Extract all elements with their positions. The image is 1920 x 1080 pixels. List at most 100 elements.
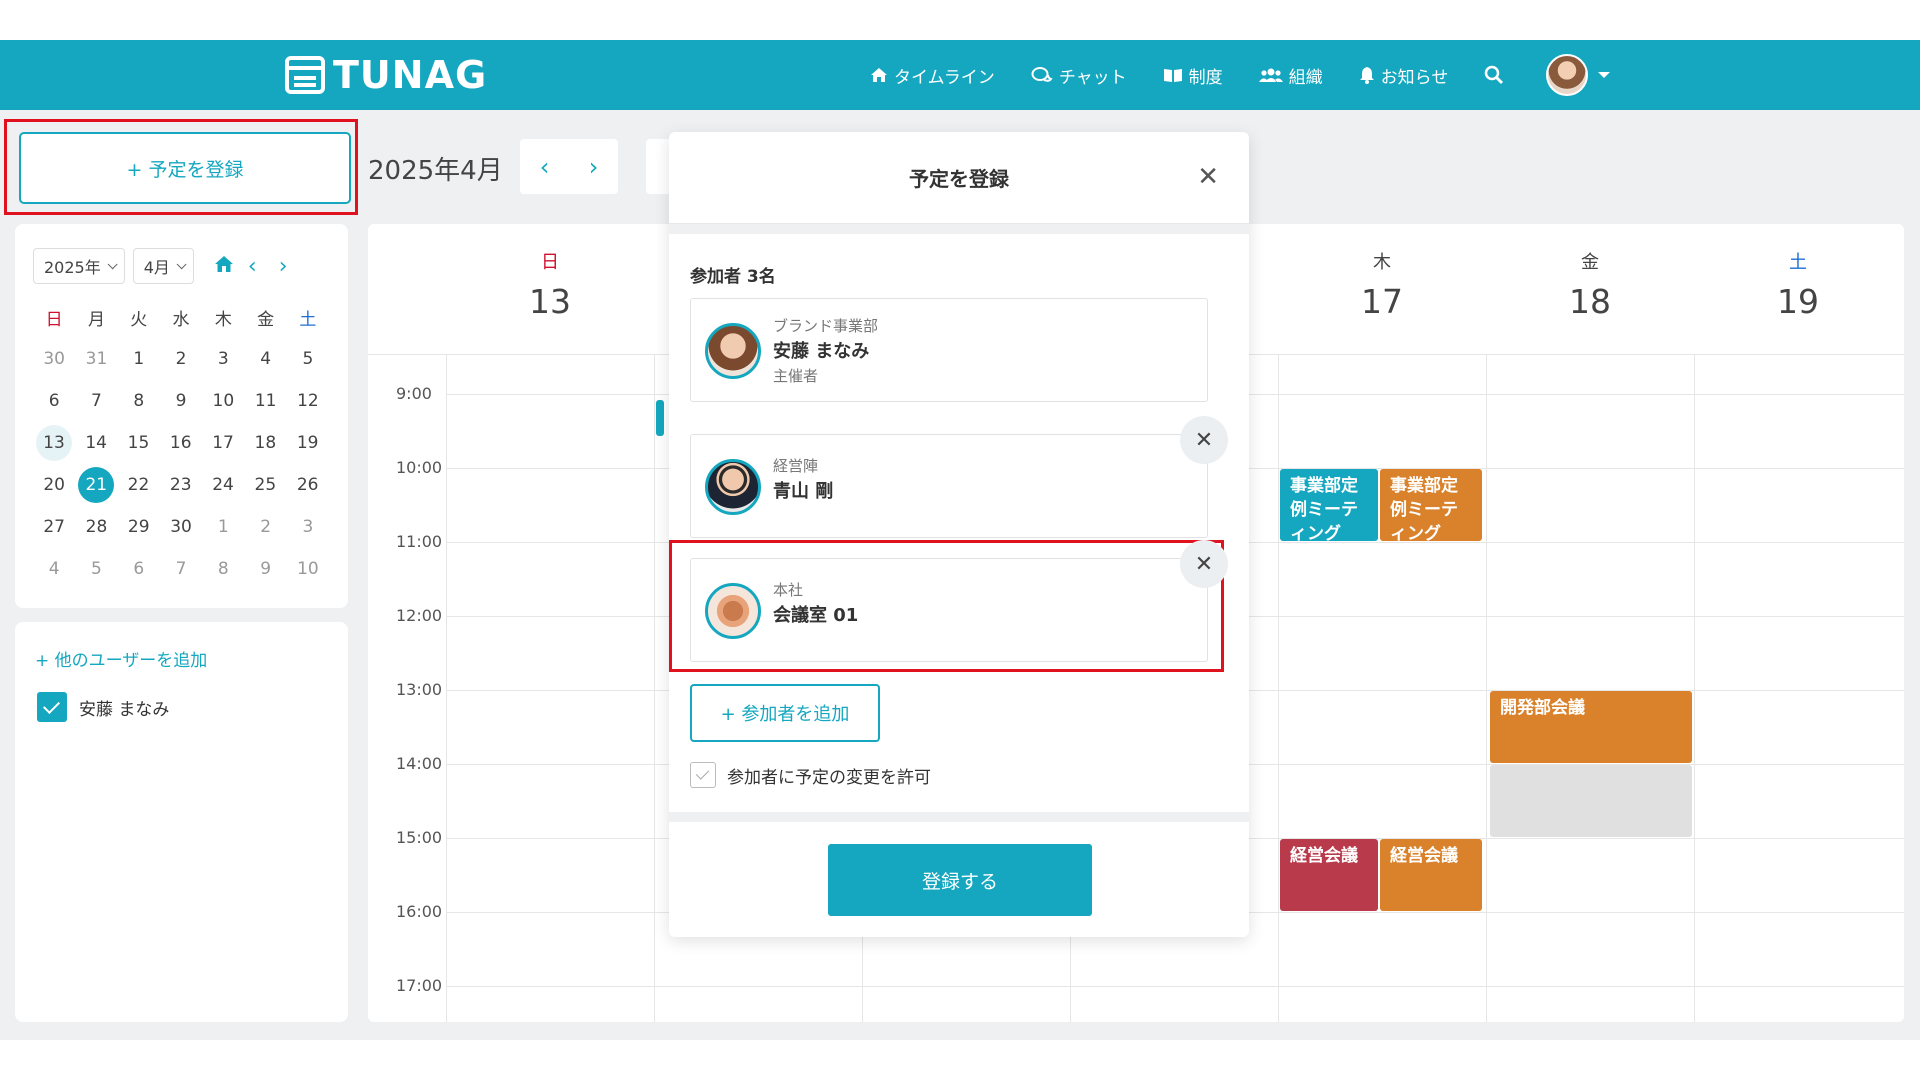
submit-button[interactable]: 登録する [828,844,1092,916]
weekday-label: 日 [45,309,63,330]
add-event-button[interactable]: + 予定を登録 [19,132,351,204]
mini-calendar-day[interactable]: 4 [33,551,75,587]
mini-calendar-week: 13 14 15 16 17 18 19 [33,422,333,464]
close-icon[interactable]: ✕ [1197,162,1219,192]
mini-calendar-day[interactable]: 13 [36,425,72,461]
nav-timeline[interactable]: タイムライン [870,63,995,88]
mini-calendar-day[interactable]: 12 [287,383,329,419]
chevron-right-icon[interactable]: › [279,254,288,279]
nav-notifications[interactable]: お知らせ [1359,63,1448,88]
mini-calendar-day[interactable]: 4 [244,341,286,377]
mini-calendar-day[interactable]: 10 [287,551,329,587]
modal-title: 予定を登録 [909,167,1009,191]
mini-calendar-day[interactable]: 19 [286,425,328,461]
remove-participant-button[interactable]: ✕ [1180,540,1228,588]
participant-card: ブランド事業部 安藤 まなみ 主催者 [690,298,1208,402]
mini-calendar-day[interactable]: 21 [78,467,115,503]
mini-calendar-header: 2025年 4月 ‹ › [33,248,310,284]
mini-calendar-day[interactable]: 2 [160,341,202,377]
mini-calendar-day[interactable]: 17 [202,425,244,461]
year-select[interactable]: 2025年 [33,248,125,284]
weekday-label: 水 [172,309,190,330]
mini-calendar-day[interactable]: 7 [75,383,117,419]
mini-calendar-day[interactable]: 18 [244,425,286,461]
mini-calendar-day[interactable]: 2 [244,509,286,545]
allow-change-option[interactable]: 参加者に予定の変更を許可 [690,762,931,788]
mini-calendar-day[interactable]: 7 [160,551,202,587]
participant-name: 会議室 01 [773,605,859,626]
calendar-event[interactable]: 経営会議 [1280,839,1378,911]
modal-header: 予定を登録 ✕ [669,132,1249,224]
search-button[interactable] [1484,65,1510,85]
mini-calendar-day[interactable]: 20 [33,467,75,503]
mini-calendar-day[interactable]: 24 [202,467,244,503]
mini-calendar-day[interactable]: 8 [202,551,244,587]
add-user-link[interactable]: + 他のユーザーを追加 [35,646,207,671]
weekday-label: 土 [299,309,317,330]
chevron-left-icon[interactable]: ‹ [248,254,257,279]
mini-calendar-day[interactable]: 22 [117,467,159,503]
mini-calendar-day[interactable]: 30 [33,341,75,377]
close-icon: ✕ [1194,427,1214,453]
column-divider [654,354,655,1022]
calendar-event[interactable]: 事業部定例ミーティング [1280,469,1378,541]
calendar-event[interactable]: 開発部会議 [1490,691,1692,763]
calendar-event[interactable]: 経営会議 [1380,839,1482,911]
add-participant-button[interactable]: + 参加者を追加 [690,684,880,742]
chevron-right-icon[interactable]: › [589,153,599,181]
time-label: 9:00 [396,384,432,403]
mini-calendar-day[interactable]: 1 [118,341,160,377]
calendar-event[interactable] [1490,765,1692,837]
month-select[interactable]: 4月 [132,248,194,284]
mini-calendar-day[interactable]: 26 [286,467,328,503]
day-number[interactable]: 17 [1278,282,1486,321]
mini-calendar-day[interactable]: 31 [75,341,117,377]
mini-calendar-day[interactable]: 5 [75,551,117,587]
allow-change-checkbox[interactable] [690,762,716,788]
mini-calendar-day[interactable]: 1 [202,509,244,545]
mini-calendar-day[interactable]: 8 [118,383,160,419]
mini-calendar-day[interactable]: 27 [33,509,75,545]
weekday-label: 金 [257,309,275,330]
nav-organization[interactable]: 組織 [1258,63,1323,88]
mini-calendar-day[interactable]: 14 [75,425,117,461]
search-icon [1485,65,1504,85]
nav-chat[interactable]: チャット [1031,63,1127,88]
mini-calendar-day[interactable]: 3 [202,341,244,377]
mini-calendar-day[interactable]: 9 [244,551,286,587]
mini-calendar-day[interactable]: 10 [202,383,244,419]
mini-calendar-day[interactable]: 9 [160,383,202,419]
day-number[interactable]: 19 [1694,282,1902,321]
chevron-left-icon[interactable]: ‹ [540,153,550,181]
mini-calendar-day[interactable]: 28 [75,509,117,545]
mini-calendar-day[interactable]: 25 [244,467,286,503]
remove-participant-button[interactable]: ✕ [1180,416,1228,464]
mini-calendar-day[interactable]: 30 [160,509,202,545]
day-number[interactable]: 18 [1486,282,1694,321]
home-icon[interactable] [214,254,234,278]
mini-calendar-day[interactable]: 6 [33,383,75,419]
calendar-event-stub[interactable] [656,399,664,436]
chevron-down-icon [107,258,118,269]
tunag-logo[interactable]: TUNAG [285,53,487,97]
mini-calendar-week: 27 28 29 30 1 2 3 [33,506,333,548]
mini-calendar-day[interactable]: 3 [287,509,329,545]
nav-timeline-label: タイムライン [894,67,995,88]
user-filter-item[interactable]: 安藤 まなみ [37,692,169,722]
weekday-header: 日月火水木金土 [33,296,333,338]
mini-calendar-day[interactable]: 6 [118,551,160,587]
mini-calendar-grid: 日月火水木金土 30 31 1 2 3 4 5 6 7 8 9 10 11 12 13 14 15 16 17 18 19… [33,296,333,590]
mini-calendar-day[interactable]: 11 [244,383,286,419]
day-number[interactable]: 13 [446,282,654,321]
checkbox-checked[interactable] [37,692,67,722]
time-label: 17:00 [396,976,443,995]
mini-calendar-day[interactable]: 15 [117,425,159,461]
mini-calendar-day[interactable]: 16 [160,425,202,461]
mini-calendar-day[interactable]: 23 [160,467,202,503]
nav-policy[interactable]: 制度 [1163,63,1223,88]
column-divider [446,354,447,1022]
mini-calendar-day[interactable]: 29 [118,509,160,545]
user-menu[interactable] [1546,54,1611,96]
mini-calendar-day[interactable]: 5 [287,341,329,377]
calendar-event[interactable]: 事業部定例ミーティング [1380,469,1482,541]
